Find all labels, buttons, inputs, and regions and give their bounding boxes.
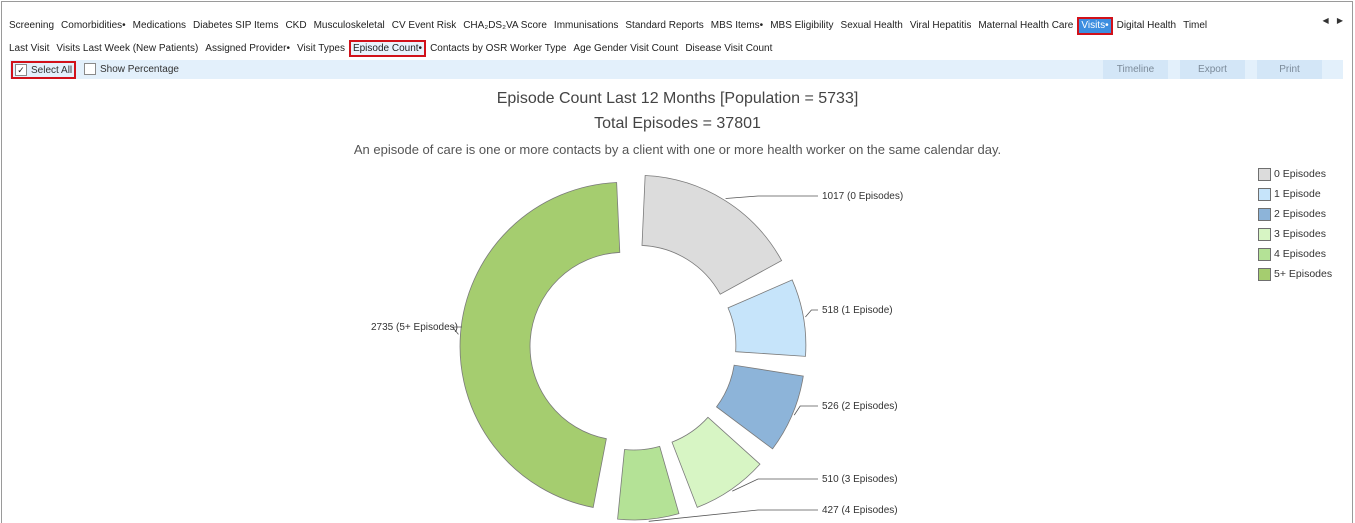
legend-swatch (1258, 227, 1271, 241)
leader-line (732, 478, 818, 492)
legend-item[interactable]: 3 Episodes (1258, 224, 1332, 244)
data-label: 510 (3 Episodes) (822, 474, 898, 485)
legend-label: 0 Episodes (1274, 168, 1326, 180)
legend-swatch (1258, 207, 1271, 221)
data-label: 2735 (5+ Episodes) (371, 322, 458, 333)
legend-swatch (1258, 247, 1271, 261)
legend-item[interactable]: 2 Episodes (1258, 204, 1332, 224)
legend-item[interactable]: 1 Episode (1258, 184, 1332, 204)
legend-label: 4 Episodes (1274, 248, 1326, 260)
legend-swatch (1258, 167, 1271, 181)
donut-slice-3[interactable] (671, 416, 761, 508)
leader-line (725, 195, 818, 199)
donut-slice-5[interactable] (459, 182, 621, 508)
donut-slice-1[interactable] (727, 279, 807, 357)
legend-label: 1 Episode (1274, 188, 1321, 200)
legend-item[interactable]: 4 Episodes (1258, 244, 1332, 264)
data-label: 526 (2 Episodes) (822, 401, 898, 412)
leader-line (805, 309, 818, 318)
data-label: 518 (1 Episode) (822, 305, 893, 316)
legend-swatch (1258, 187, 1271, 201)
data-label: 427 (4 Episodes) (822, 505, 898, 516)
legend-label: 5+ Episodes (1274, 268, 1333, 280)
legend-swatch (1258, 267, 1271, 281)
chart-legend: 0 Episodes 1 Episode 2 Episodes 3 Episodes 4… (1258, 164, 1332, 284)
donut-slice-0[interactable] (641, 175, 783, 295)
legend-label: 3 Episodes (1274, 228, 1326, 240)
legend-label: 2 Episodes (1274, 208, 1326, 220)
data-label: 1017 (0 Episodes) (822, 191, 903, 202)
donut-chart: 1017 (0 Episodes) 518 (1 Episode) 526 (2 E… (371, 175, 903, 522)
leader-line (793, 405, 818, 416)
legend-item[interactable]: 0 Episodes (1258, 164, 1332, 184)
legend-item[interactable]: 5+ Episodes (1258, 264, 1332, 284)
donut-slice-4[interactable] (617, 445, 680, 521)
